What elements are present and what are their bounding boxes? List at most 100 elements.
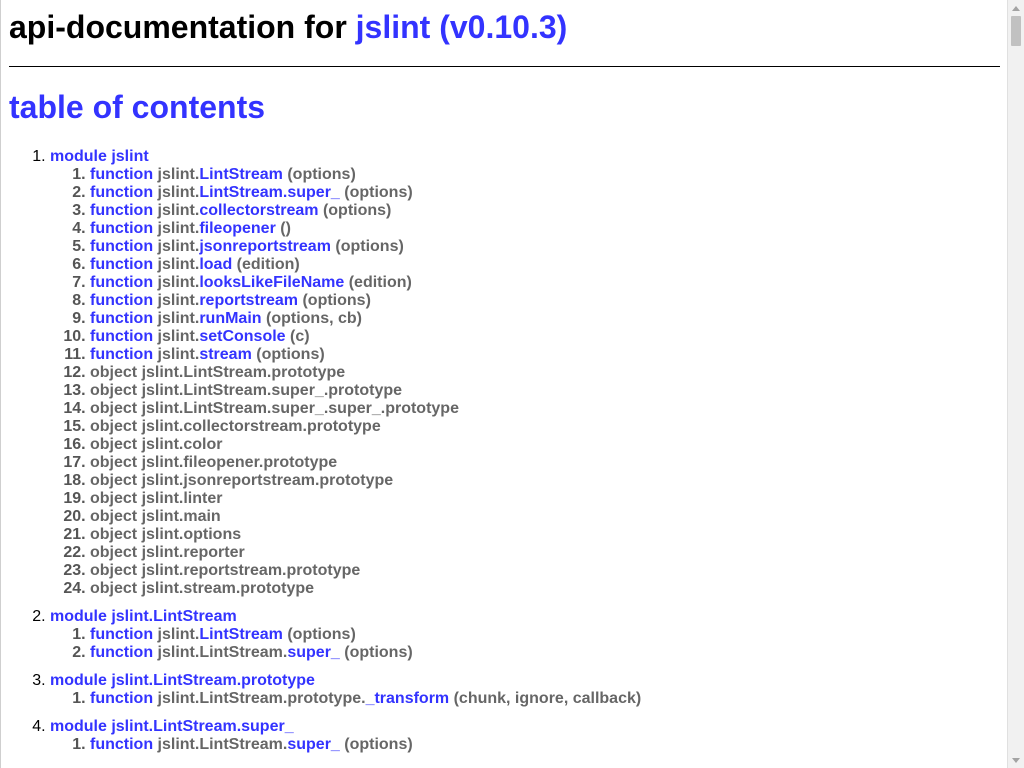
function-name-link[interactable]: fileopener (199, 220, 275, 237)
function-keyword-link[interactable]: function (90, 644, 153, 661)
toc-module-link[interactable]: module jslint (50, 148, 149, 165)
function-signature: (options) (330, 238, 404, 255)
member-prefix: jslint. (157, 310, 200, 327)
toc-member-list: function jslint.LintStream (options)func… (50, 166, 1001, 598)
function-keyword-link[interactable]: function (90, 626, 153, 643)
scroll-down-arrow-icon[interactable] (1008, 753, 1024, 767)
toc-member-item: function jslint.LintStream.super_ (optio… (90, 184, 1001, 202)
toc-member-item: object jslint.LintStream.super_.prototyp… (90, 382, 1001, 400)
function-keyword-link[interactable]: function (90, 238, 153, 255)
toc-module-item: module jslint.LintStreamfunction jslint.… (50, 608, 1001, 662)
object-member-text: object jslint.reporter (90, 544, 245, 561)
toc-member-item: function jslint.runMain (options, cb) (90, 310, 1001, 328)
toc-member-item: function jslint.looksLikeFileName (editi… (90, 274, 1001, 292)
function-name-link[interactable]: runMain (199, 310, 261, 327)
function-keyword-link[interactable]: function (90, 184, 153, 201)
title-divider (9, 66, 1000, 67)
function-name-link[interactable]: super_ (287, 736, 339, 753)
function-keyword-link[interactable]: function (90, 220, 153, 237)
member-prefix: jslint. (157, 626, 200, 643)
function-signature: (options) (298, 292, 371, 309)
toc-module-link[interactable]: module jslint.LintStream.prototype (50, 672, 315, 689)
member-prefix: jslint. (157, 166, 200, 183)
toc-member-item: object jslint.options (90, 526, 1001, 544)
object-member-text: object jslint.linter (90, 490, 223, 507)
toc-member-item: function jslint.collectorstream (options… (90, 202, 1001, 220)
function-keyword-link[interactable]: function (90, 202, 153, 219)
function-signature: (chunk, ignore, callback) (449, 690, 642, 707)
function-keyword-link[interactable]: function (90, 690, 153, 707)
function-keyword-link[interactable]: function (90, 274, 153, 291)
toc-member-item: object jslint.main (90, 508, 1001, 526)
toc-module-item: module jslint.LintStream.super_function … (50, 718, 1001, 754)
function-keyword-link[interactable]: function (90, 736, 153, 753)
toc-member-item: object jslint.color (90, 436, 1001, 454)
toc-member-item: function jslint.LintStream.super_ (optio… (90, 736, 1001, 754)
function-keyword-link[interactable]: function (90, 166, 153, 183)
function-signature: (options) (339, 644, 413, 661)
object-member-text: object jslint.color (90, 436, 223, 453)
function-keyword-link[interactable]: function (90, 346, 153, 363)
toc-member-item: function jslint.LintStream (options) (90, 626, 1001, 644)
function-keyword-link[interactable]: function (90, 292, 153, 309)
member-prefix: jslint. (157, 292, 200, 309)
function-name-link[interactable]: LintStream.super_ (199, 184, 339, 201)
toc-member-item: object jslint.collectorstream.prototype (90, 418, 1001, 436)
toc-member-item: function jslint.setConsole (c) (90, 328, 1001, 346)
title-package-link[interactable]: jslint (v0.10.3) (356, 9, 568, 45)
toc-member-item: object jslint.LintStream.prototype (90, 364, 1001, 382)
function-name-link[interactable]: LintStream (199, 166, 283, 183)
toc-member-list: function jslint.LintStream (options)func… (50, 626, 1001, 662)
function-keyword-link[interactable]: function (90, 328, 153, 345)
scrollbar-thumb[interactable] (1011, 16, 1021, 46)
member-prefix: jslint.LintStream. (157, 736, 288, 753)
member-prefix: jslint. (157, 274, 200, 291)
toc-member-item: object jslint.LintStream.super_.super_.p… (90, 400, 1001, 418)
page-title: api-documentation for jslint (v0.10.3) (9, 9, 1001, 46)
function-name-link[interactable]: super_ (287, 644, 339, 661)
function-signature: (options) (251, 346, 325, 363)
object-member-text: object jslint.stream.prototype (90, 580, 315, 597)
function-keyword-link[interactable]: function (90, 256, 153, 273)
toc-member-item: object jslint.jsonreportstream.prototype (90, 472, 1001, 490)
object-member-text: object jslint.LintStream.super_.super_.p… (90, 400, 459, 417)
toc-member-item: function jslint.LintStream.super_ (optio… (90, 644, 1001, 662)
function-signature: (options) (282, 626, 356, 643)
function-name-link[interactable]: _transform (366, 690, 450, 707)
function-signature: (options) (339, 184, 413, 201)
object-member-text: object jslint.jsonreportstream.prototype (90, 472, 394, 489)
function-name-link[interactable]: jsonreportstream (199, 238, 331, 255)
member-prefix: jslint.LintStream. (157, 644, 288, 661)
vertical-scrollbar[interactable] (1007, 0, 1024, 768)
member-prefix: jslint. (157, 184, 200, 201)
function-name-link[interactable]: stream (199, 346, 251, 363)
object-member-text: object jslint.main (90, 508, 221, 525)
function-name-link[interactable]: load (199, 256, 232, 273)
toc-module-link[interactable]: module jslint.LintStream.super_ (50, 718, 294, 735)
toc-member-item: object jslint.linter (90, 490, 1001, 508)
function-signature: (options) (339, 736, 413, 753)
function-signature: (edition) (344, 274, 412, 291)
member-prefix: jslint. (157, 238, 200, 255)
scroll-up-arrow-icon[interactable] (1008, 1, 1024, 15)
member-prefix: jslint. (157, 346, 200, 363)
function-name-link[interactable]: looksLikeFileName (199, 274, 344, 291)
object-member-text: object jslint.LintStream.super_.prototyp… (90, 382, 403, 399)
toc-module-link[interactable]: module jslint.LintStream (50, 608, 237, 625)
page-content: api-documentation for jslint (v0.10.3) t… (1, 9, 1001, 754)
object-member-text: object jslint.collectorstream.prototype (90, 418, 381, 435)
toc-member-item: function jslint.stream (options) (90, 346, 1001, 364)
function-name-link[interactable]: reportstream (199, 292, 298, 309)
toc-member-item: function jslint.fileopener () (90, 220, 1001, 238)
toc-member-item: function jslint.LintStream.prototype._tr… (90, 690, 1001, 708)
function-name-link[interactable]: setConsole (199, 328, 285, 345)
function-keyword-link[interactable]: function (90, 310, 153, 327)
object-member-text: object jslint.options (90, 526, 242, 543)
member-prefix: jslint. (157, 328, 200, 345)
function-signature: (edition) (232, 256, 300, 273)
object-member-text: object jslint.fileopener.prototype (90, 454, 338, 471)
function-name-link[interactable]: collectorstream (199, 202, 318, 219)
toc-member-item: function jslint.LintStream (options) (90, 166, 1001, 184)
function-name-link[interactable]: LintStream (199, 626, 283, 643)
function-signature: () (275, 220, 291, 237)
